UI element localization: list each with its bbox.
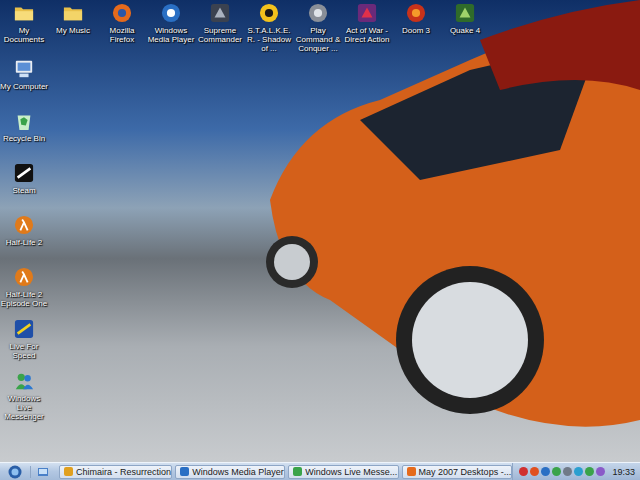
icon-label: Play Command & Conquer ... (294, 26, 342, 53)
command-conquer-icon (308, 3, 328, 23)
task-label: Windows Live Messe... (305, 467, 397, 477)
supreme-commander-icon (210, 3, 230, 23)
media-player-icon (161, 3, 181, 23)
desktop-icon[interactable]: Live For Speed (0, 319, 48, 371)
task-label: Chimaira - Resurrection (76, 467, 171, 477)
show-desktop-icon[interactable] (37, 466, 49, 478)
clock: 19:33 (612, 467, 635, 477)
desktop-icon[interactable]: Quake 4 (441, 3, 489, 53)
tray-icon[interactable] (541, 467, 550, 476)
desktop-icon[interactable]: S.T.A.L.K.E.R. - Shadow of ... (245, 3, 293, 53)
task-button[interactable]: Chimaira - Resurrection (59, 465, 172, 479)
desktop-icon[interactable]: My Documents (0, 3, 48, 53)
tray-icon[interactable] (596, 467, 605, 476)
icon-label: Supreme Commander (196, 26, 244, 44)
tray-icon[interactable] (530, 467, 539, 476)
quick-launch (30, 466, 55, 478)
tray-icon[interactable] (563, 467, 572, 476)
icon-label: Act of War - Direct Action (343, 26, 391, 44)
top-icon-row: My DocumentsMy MusicMozilla FirefoxWindo… (0, 0, 640, 53)
task-button[interactable]: May 2007 Desktops -... (402, 465, 513, 479)
icon-label: My Computer (0, 82, 48, 91)
icon-label: S.T.A.L.K.E.R. - Shadow of ... (245, 26, 293, 53)
tray-icon[interactable] (519, 467, 528, 476)
music-folder-icon (63, 3, 83, 23)
firefox-icon (112, 3, 132, 23)
desktop-icon[interactable]: Act of War - Direct Action (343, 3, 391, 53)
icon-label: Recycle Bin (0, 134, 48, 143)
tray-icon[interactable] (585, 467, 594, 476)
task-button[interactable]: Windows Media Player (175, 465, 285, 479)
task-app-icon (293, 467, 302, 476)
left-icon-column: My Computer Recycle Bin Steam Half-Life 2 Ha… (0, 53, 640, 423)
icon-label: Mozilla Firefox (98, 26, 146, 44)
start-button[interactable] (0, 465, 30, 479)
task-label: May 2007 Desktops -... (419, 467, 512, 477)
documents-folder-icon (14, 3, 34, 23)
computer-icon (14, 59, 34, 79)
task-app-icon (64, 467, 73, 476)
task-list: Chimaira - Resurrection Windows Media Pla… (55, 465, 512, 479)
task-button[interactable]: Windows Live Messe... (288, 465, 398, 479)
recycle-bin-icon (14, 111, 34, 131)
tray-icon[interactable] (574, 467, 583, 476)
task-label: Windows Media Player (192, 467, 284, 477)
wallpaper (0, 0, 640, 462)
desktop-icon[interactable]: Play Command & Conquer ... (294, 3, 342, 53)
icon-label: Windows Live Messenger (0, 394, 48, 421)
desktop-icon[interactable]: Windows Live Messenger (0, 371, 48, 423)
icon-label: My Music (49, 26, 97, 35)
desktop: My DocumentsMy MusicMozilla FirefoxWindo… (0, 0, 640, 462)
live-for-speed-icon (14, 319, 34, 339)
icon-label: Windows Media Player (147, 26, 195, 44)
stalker-icon (259, 3, 279, 23)
desktop-icon[interactable]: Supreme Commander (196, 3, 244, 53)
tray-icon[interactable] (552, 467, 561, 476)
car-picture-icon (0, 0, 640, 462)
desktop-icon[interactable]: My Computer (0, 59, 48, 111)
desktop-icon[interactable]: Steam (0, 163, 48, 215)
icon-label: Doom 3 (392, 26, 440, 35)
half-life-episode-icon (14, 267, 34, 287)
task-app-icon (407, 467, 416, 476)
icon-label: Quake 4 (441, 26, 489, 35)
desktop-icon[interactable]: Doom 3 (392, 3, 440, 53)
act-of-war-icon (357, 3, 377, 23)
taskbar: Chimaira - Resurrection Windows Media Pla… (0, 462, 640, 480)
desktop-icon[interactable]: Mozilla Firefox (98, 3, 146, 53)
half-life-icon (14, 215, 34, 235)
doom-icon (406, 3, 426, 23)
task-app-icon (180, 467, 189, 476)
icon-label: Steam (0, 186, 48, 195)
icon-label: My Documents (0, 26, 48, 44)
system-tray: 19:33 (512, 463, 640, 480)
quake-icon (455, 3, 475, 23)
icon-label: Half-Life 2 (0, 238, 48, 247)
desktop-icon[interactable]: Half-Life 2 (0, 215, 48, 267)
icon-label: Live For Speed (0, 342, 48, 360)
messenger-icon (14, 371, 34, 391)
steam-icon (14, 163, 34, 183)
icon-label: Half-Life 2 Episode One (0, 290, 48, 308)
screen: My DocumentsMy MusicMozilla FirefoxWindo… (0, 0, 640, 480)
desktop-icon[interactable]: My Music (49, 3, 97, 53)
desktop-icon[interactable]: Windows Media Player (147, 3, 195, 53)
desktop-icon[interactable]: Half-Life 2 Episode One (0, 267, 48, 319)
start-orb-icon (8, 465, 22, 479)
desktop-icon[interactable]: Recycle Bin (0, 111, 48, 163)
